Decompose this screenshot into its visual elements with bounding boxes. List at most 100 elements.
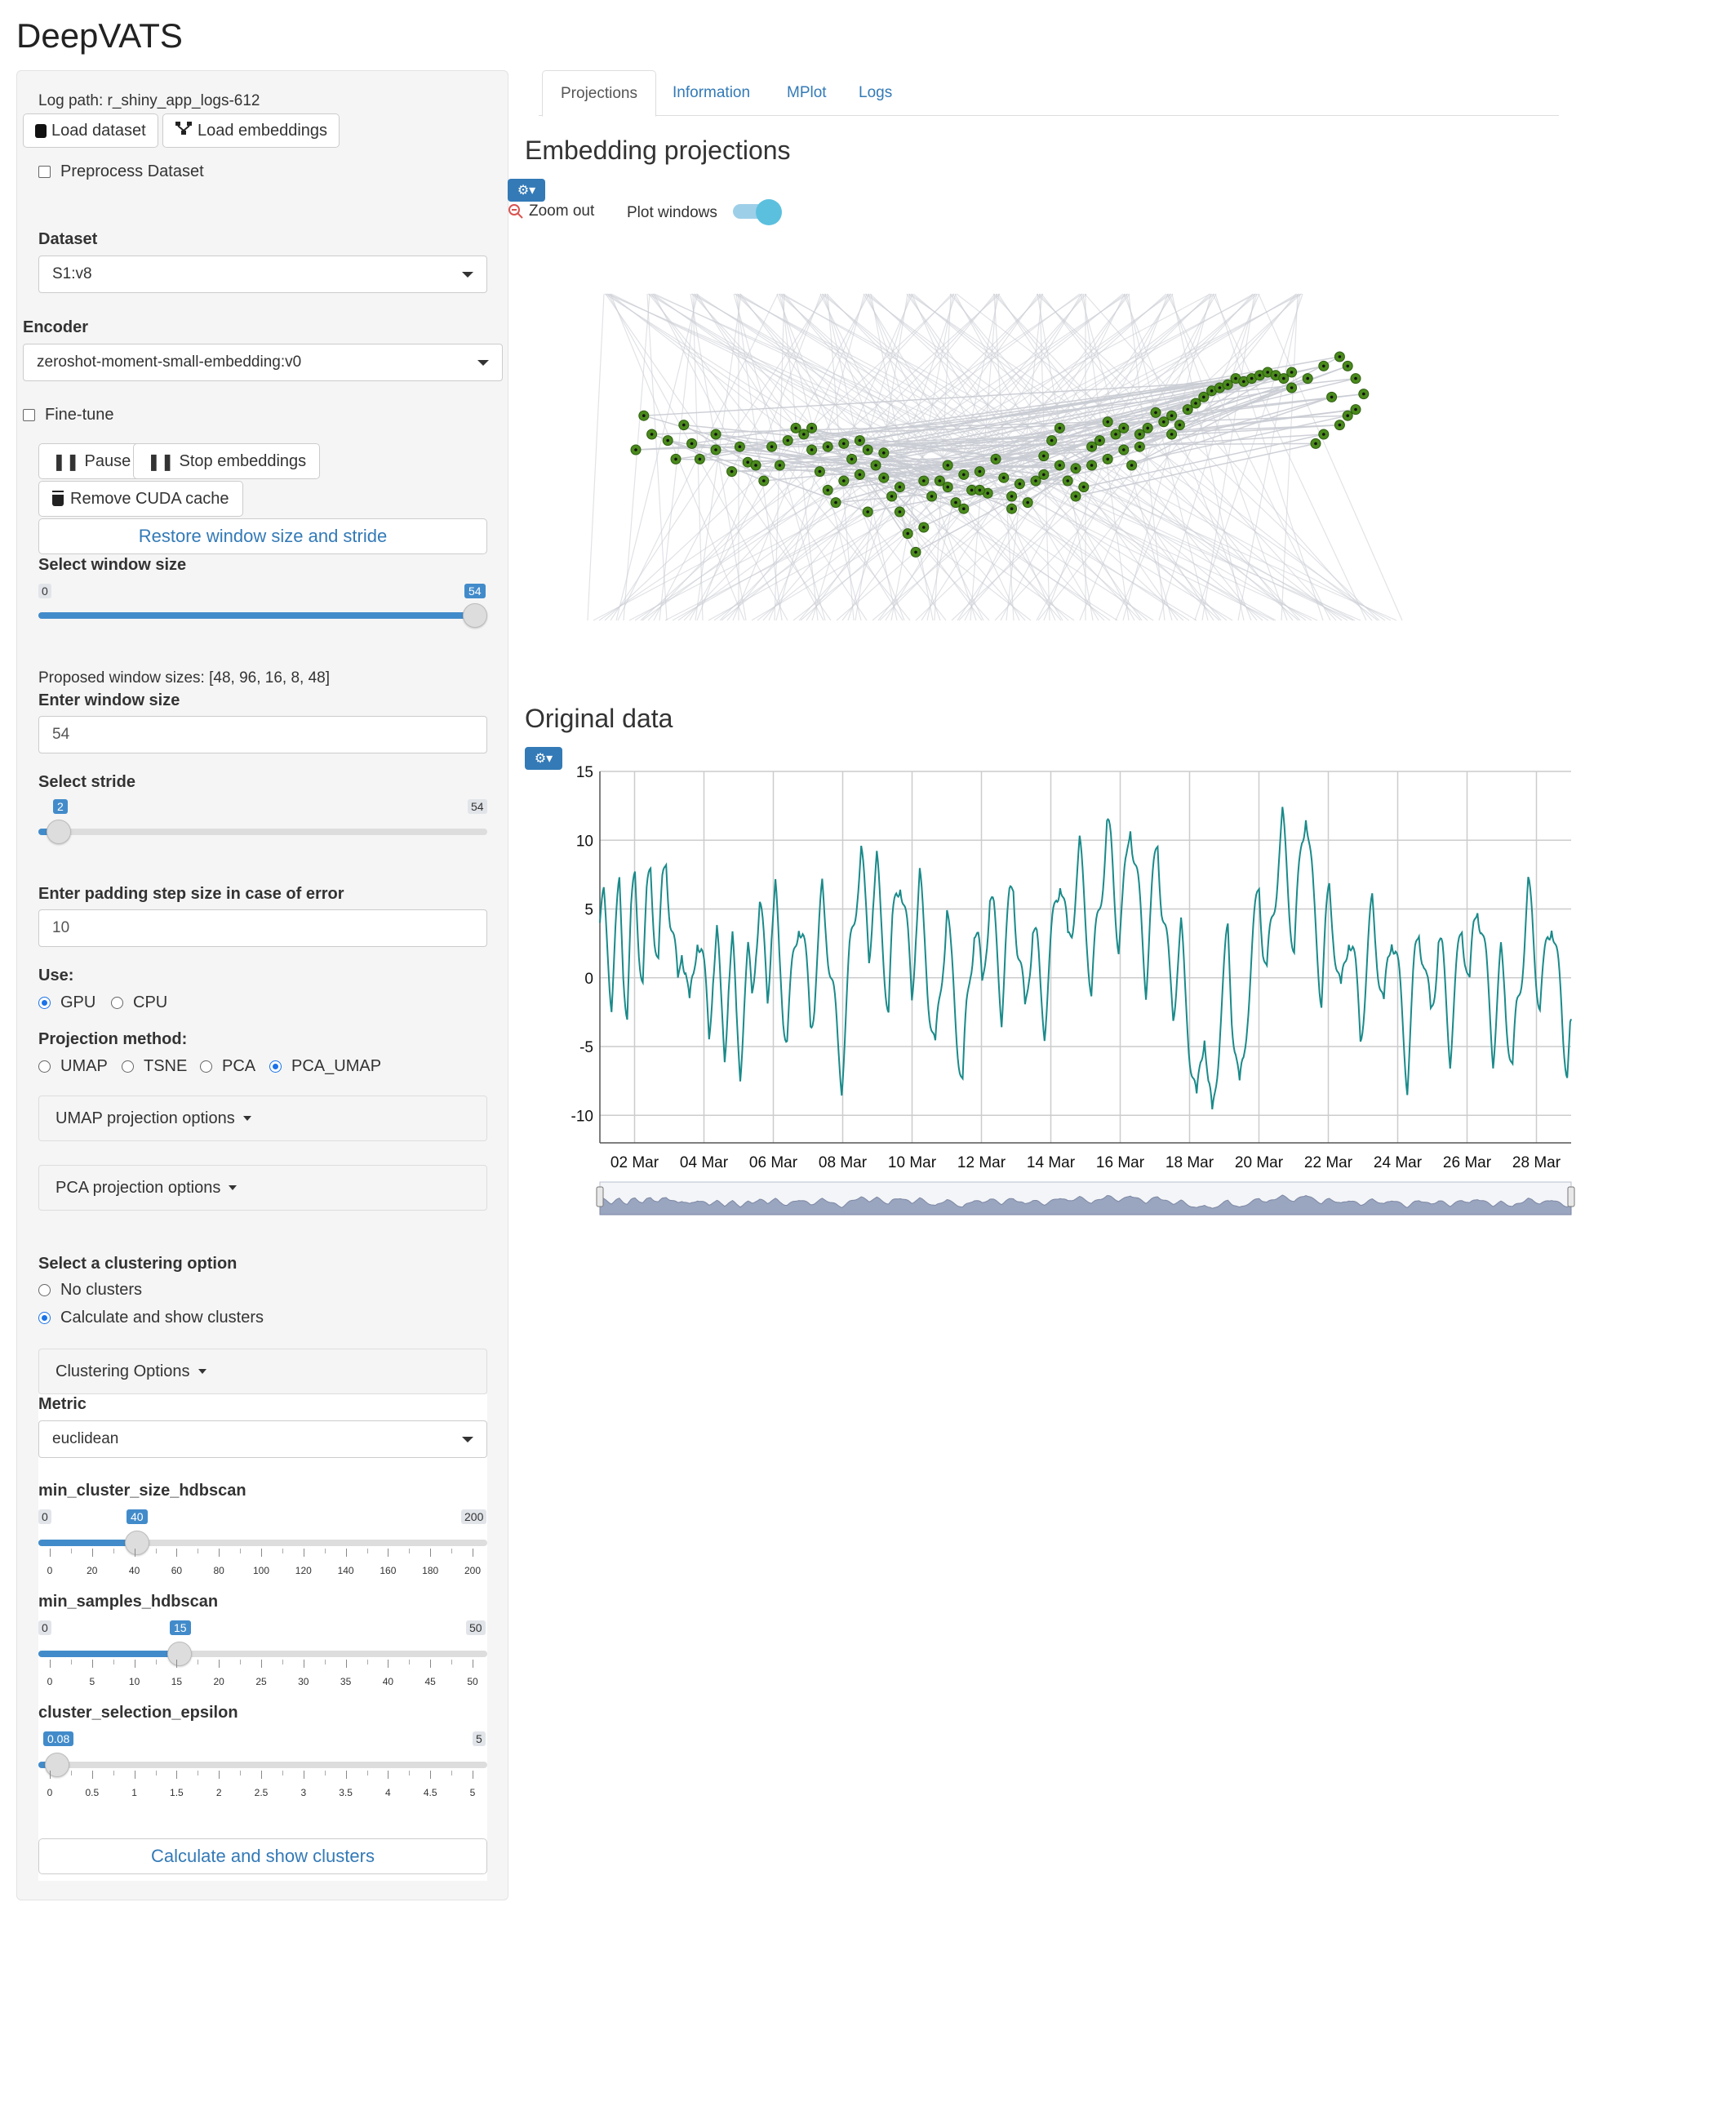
pca-options-dropdown[interactable]: PCA projection options [38,1165,487,1211]
proj-tsne-radio[interactable]: TSNE [122,1057,187,1076]
slider-max: 5 [473,1731,486,1746]
slider-grid-label: 40 [382,1676,394,1687]
window-size-handle[interactable] [463,603,487,628]
use-gpu-radio[interactable]: GPU [38,993,95,1012]
no-clusters-radio[interactable]: No clusters [38,1281,142,1300]
projection-point-center [1242,380,1245,384]
zoom-out-button[interactable]: Zoom out [508,202,594,220]
projection-point-center [866,510,869,513]
proj-umap-radio[interactable]: UMAP [38,1057,108,1076]
padding-input[interactable]: 10 [38,909,487,947]
projection-point-center [938,479,942,482]
slider-tick [113,1549,114,1553]
plot-windows-toggle[interactable] [733,199,784,225]
projection-point-center [810,426,814,430]
load-dataset-button[interactable]: Load dataset [23,113,158,148]
radio-icon[interactable] [200,1060,212,1073]
projection-point-center [954,500,957,504]
window-size-input[interactable]: 54 [38,716,487,753]
gear-icon: ⚙▾ [517,184,536,198]
slider-tick [324,1549,326,1553]
y-tick-label: -5 [579,1039,593,1056]
slider-tick [430,1660,432,1668]
original-data-chart[interactable]: 15 10 5 0 -5 -10 02 Mar 04 Mar 06 Mar 08 Mar 10 Ma… [555,763,1583,1220]
restore-window-button[interactable]: Restore window size and stride [38,518,487,554]
x-tick-label: 12 Mar [957,1154,1006,1171]
projection-point-center [882,476,886,479]
projection-point-center [1290,371,1294,374]
projection-point-center [1002,476,1006,479]
x-tick-label: 26 Mar [1443,1154,1492,1171]
stride-handle[interactable] [47,820,71,844]
projection-point-center [690,442,694,446]
projection-point-center [1074,495,1077,498]
projection-point-center [1210,389,1214,393]
radio-icon[interactable] [111,997,123,1009]
slider-tick [70,1549,72,1553]
metric-select[interactable]: euclidean [38,1420,487,1458]
slider-tick [91,1549,93,1557]
slider-tick [219,1549,220,1557]
dataset-select[interactable]: S1:v8 [38,256,487,293]
checkbox-icon[interactable] [23,409,35,421]
slider-tick [240,1660,242,1664]
projection-point-center [1290,386,1294,389]
projection-point-center [698,457,702,461]
proj-pca-radio[interactable]: PCA [200,1057,255,1076]
tab-projections[interactable]: Projections [542,70,656,117]
slider-tick [409,1660,411,1664]
calc-clusters-radio[interactable]: Calculate and show clusters [38,1309,264,1327]
projection-point-center [962,473,966,477]
radio-icon[interactable] [38,1284,51,1296]
projection-point-center [1346,414,1349,417]
projection-point-center [906,531,909,536]
slider-grid-label: 45 [424,1676,436,1687]
slider-value: 0.08 [43,1731,74,1746]
encoder-select[interactable]: zeroshot-moment-small-embedding:v0 [23,344,503,381]
toggle-knob[interactable] [756,199,782,225]
proj-pca-umap-radio[interactable]: PCA_UMAP [269,1057,381,1076]
tab-mplot[interactable]: MPlot [769,70,845,116]
finetune-checkbox[interactable]: Fine-tune [23,406,114,424]
checkbox-icon[interactable] [38,166,51,178]
slider-tick [366,1771,368,1776]
projection-point-center [1194,402,1197,405]
projection-point-center [1354,376,1357,380]
sidebar: Log path: r_shiny_app_logs-612 Load data… [16,70,508,1900]
slider-grid-label: 140 [337,1565,354,1576]
projection-settings-button[interactable]: ⚙▾ [508,179,545,202]
projection-point-center [1306,376,1309,380]
radio-icon[interactable] [122,1060,134,1073]
stride-track[interactable] [38,829,487,835]
radio-selected-icon[interactable] [38,997,51,1009]
use-cpu-radio[interactable]: CPU [111,993,167,1012]
radio-selected-icon[interactable] [269,1060,282,1073]
radio-selected-icon[interactable] [38,1312,51,1324]
embedding-projection-plot[interactable] [571,286,1420,637]
slider-grid-label: 5 [89,1676,95,1687]
calculate-clusters-button[interactable]: Calculate and show clusters [38,1838,487,1874]
projection-point-center [810,448,814,451]
umap-options-dropdown[interactable]: UMAP projection options [38,1096,487,1141]
slider-value: 40 [127,1509,148,1524]
tab-information[interactable]: Information [655,70,768,116]
radio-icon[interactable] [38,1060,51,1073]
remove-cuda-button[interactable]: Remove CUDA cache [38,481,243,517]
clustering-options-dropdown[interactable]: Clustering Options [38,1349,487,1394]
slider-tick [282,1771,283,1776]
slider-grid-label: 40 [128,1565,140,1576]
slider-tick [91,1771,93,1779]
projection-point-center [1170,433,1174,436]
projection-point-center [1162,420,1165,424]
preprocess-checkbox[interactable]: Preprocess Dataset [38,162,204,181]
stop-embeddings-button[interactable]: ❚❚ Stop embeddings [133,443,321,479]
load-embeddings-button[interactable]: Load embeddings [162,113,340,148]
pause-button[interactable]: ❚❚ Pause [38,443,145,479]
slider-tick [261,1660,262,1668]
projection-point-center [898,510,902,513]
projection-point-center [674,457,677,461]
epsilon-track[interactable] [38,1762,487,1768]
window-size-bar [38,612,476,619]
slider-tick [451,1660,453,1664]
tab-logs[interactable]: Logs [841,70,910,116]
